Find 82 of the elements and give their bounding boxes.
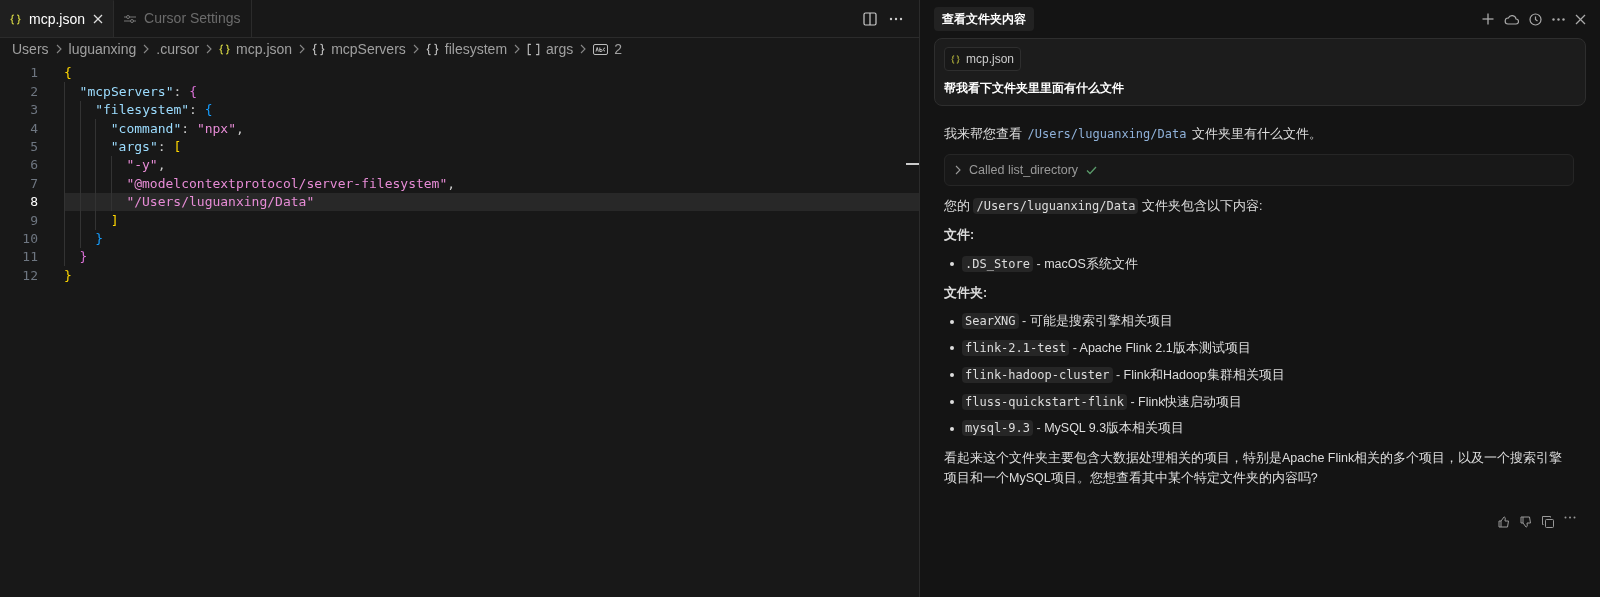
list-item-text: flink-hadoop-cluster - Flink和Hadoop集群相关项目 (962, 365, 1285, 385)
overview-ruler-marker (906, 163, 919, 165)
braces-icon (10, 13, 21, 25)
chevron-right-icon (514, 44, 521, 54)
list-item-text: flink-2.1-test - Apache Flink 2.1版本测试项目 (962, 339, 1251, 358)
history-icon[interactable] (1529, 12, 1542, 26)
bullet-icon (950, 319, 954, 324)
chevron-right-icon (412, 44, 419, 54)
split-editor-icon[interactable] (863, 11, 877, 26)
code-line: "@modelcontextprotocol/server-filesystem", (126, 174, 456, 193)
bullet-icon (950, 373, 954, 378)
list-item-text: SearXNG - 可能是搜索引擎相关项目 (962, 312, 1173, 331)
breadcrumb-item[interactable]: args (546, 38, 574, 60)
brackets-icon (527, 42, 541, 56)
text-value-icon (593, 43, 609, 55)
braces-icon (312, 42, 326, 56)
line-number: 8 (29, 193, 38, 212)
line-number: 2 (29, 82, 38, 101)
message-paragraph: 我来帮您查看 /Users/luguanxing/Data 文件夹里有什么文件。 (944, 126, 1323, 143)
line-number: 1 (29, 64, 38, 83)
braces-icon (425, 42, 439, 56)
list-item-text: .DS_Store - macOS系统文件 (962, 254, 1138, 274)
chat-tab[interactable]: 查看文件夹内容 (934, 7, 1034, 31)
line-number: 7 (29, 174, 38, 193)
bullet-icon (950, 399, 954, 404)
editor-tab[interactable]: mcp.json (0, 0, 115, 37)
section-heading: 文件夹: (944, 284, 989, 302)
code-line: "-y", (126, 156, 166, 175)
breadcrumb-item[interactable]: filesystem (444, 38, 508, 60)
message-paragraph: 您的 /Users/luguanxing/Data 文件夹包含以下内容: (944, 197, 1264, 216)
line-number: 6 (29, 156, 38, 175)
code-line: "/Users/luguanxing/Data" (126, 193, 315, 212)
code-line: } (95, 229, 103, 248)
message-paragraph: 看起来这个文件夹主要包含大数据处理相关的项目，特别是Apache Flink相关的多个项目，以及一个搜索引擎项目和一个MySQL项目。您想查看其中某个特定文件夹的内容吗? (944, 450, 1564, 487)
close-icon[interactable] (1575, 13, 1586, 25)
code-line: "command": "npx", (110, 119, 244, 138)
user-message: 帮我看下文件夹里里面有什么文件 (944, 80, 1124, 97)
more-icon[interactable] (1564, 516, 1576, 519)
thumbs-down-icon[interactable] (1520, 516, 1532, 528)
breadcrumb-item[interactable]: mcpServers (331, 38, 406, 60)
breadcrumb-item[interactable]: 2 (614, 38, 623, 60)
line-number: 11 (21, 248, 38, 267)
code-line: } (79, 248, 88, 267)
code-line: "filesystem": { (95, 101, 213, 120)
thumbs-up-icon[interactable] (1498, 516, 1510, 528)
chevron-right-icon (580, 44, 587, 54)
bullet-icon (950, 346, 954, 351)
breadcrumb-item[interactable]: luguanxing (68, 38, 137, 60)
chevron-right-icon (206, 44, 213, 54)
line-number: 5 (29, 138, 38, 156)
chevron-right-icon (143, 44, 150, 54)
line-number: 10 (21, 229, 38, 248)
copy-icon[interactable] (1542, 516, 1554, 528)
sliders-icon (124, 13, 137, 24)
section-heading: 文件: (944, 227, 976, 244)
chevron-right-icon (955, 165, 961, 175)
bullet-icon (950, 426, 954, 431)
braces-icon (219, 43, 231, 55)
list-item-text: mysql-9.3 - MySQL 9.3版本相关项目 (962, 419, 1185, 438)
braces-icon (951, 54, 960, 64)
code-line: } (64, 266, 72, 285)
breadcrumb-item[interactable]: Users (12, 38, 49, 60)
code-line: "args": [ (110, 138, 182, 156)
plus-icon[interactable] (1482, 13, 1494, 25)
line-number: 4 (29, 119, 38, 138)
code-line: "mcpServers": { (79, 82, 197, 101)
line-number: 9 (29, 211, 38, 230)
file-attachment-chip[interactable]: mcp.json (944, 47, 1022, 71)
list-item-text: fluss-quickstart-flink - Flink快速启动项目 (962, 392, 1243, 412)
more-icon[interactable] (889, 16, 903, 21)
line-number: 3 (29, 101, 38, 120)
cloud-icon[interactable] (1504, 13, 1519, 25)
more-icon[interactable] (1552, 17, 1565, 21)
chevron-right-icon (55, 44, 62, 54)
code-line: ] (110, 211, 119, 230)
line-number: 12 (21, 266, 38, 285)
chevron-right-icon (299, 44, 306, 54)
breadcrumb-item[interactable]: mcp.json (236, 38, 293, 60)
code-line: { (64, 64, 72, 83)
tool-call-row[interactable]: Called list_directory (944, 154, 1574, 186)
breadcrumb-item[interactable]: .cursor (156, 38, 200, 60)
bullet-icon (950, 262, 954, 267)
